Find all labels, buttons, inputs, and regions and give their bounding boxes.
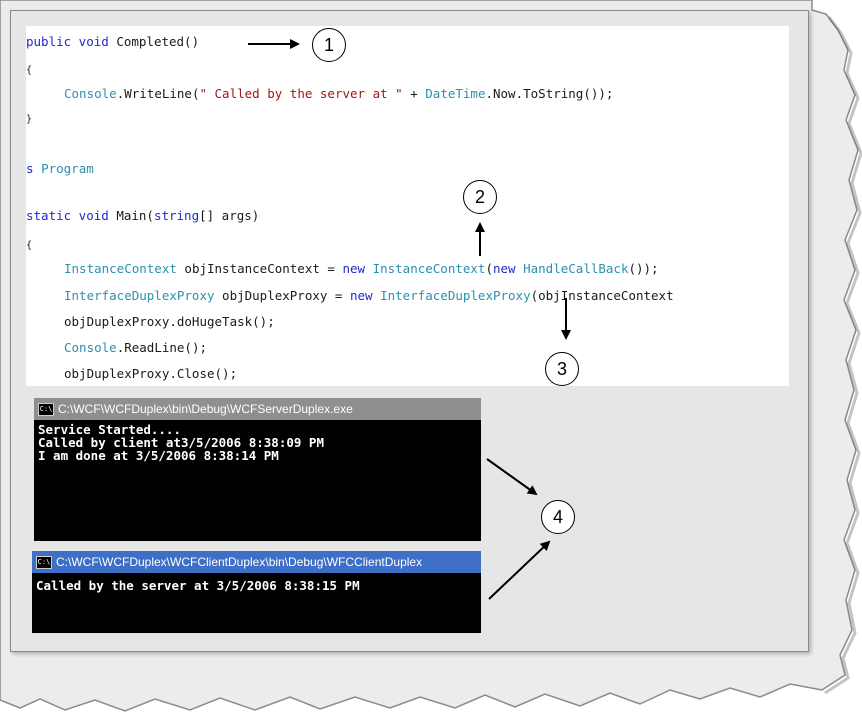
code-type: DateTime <box>425 86 486 101</box>
code-brace: { <box>26 65 33 76</box>
client-console-titlebar[interactable]: C:\ C:\WCF\WCFDuplex\WCFClientDuplex\bin\… <box>32 551 481 573</box>
code-type: InstanceContext <box>372 261 486 276</box>
code-type: Console <box>64 86 117 101</box>
code-keyword: new <box>349 288 373 303</box>
code-type: InterfaceDuplexProxy <box>64 288 215 303</box>
code-type: InterfaceDuplexProxy <box>380 288 531 303</box>
console-line: I am done at 3/5/2006 8:38:14 PM <box>38 448 279 463</box>
code-line-do-huge-task: objDuplexProxy.doHugeTask(); <box>64 314 275 329</box>
code-text: [] args) <box>199 208 260 223</box>
code-string: " Called by the server at " <box>199 86 403 101</box>
code-keyword: string <box>153 208 200 223</box>
code-keyword: public void <box>26 34 109 49</box>
code-line-close: objDuplexProxy.Close(); <box>64 366 238 381</box>
code-keyword: s <box>26 161 34 176</box>
code-text: objDuplexProxy = <box>214 288 350 303</box>
code-line-writeline: Console.WriteLine(" Called by the server… <box>64 86 613 102</box>
code-text: .ReadLine(); <box>116 340 207 355</box>
client-console-window: C:\ C:\WCF\WCFDuplex\WCFClientDuplex\bin\… <box>32 551 481 633</box>
code-line-duplex-proxy: InterfaceDuplexProxy objDuplexProxy = ne… <box>64 288 674 304</box>
code-keyword: new <box>342 261 366 276</box>
code-type: Console <box>64 340 117 355</box>
code-text: + <box>402 86 426 101</box>
code-editor: public void Completed() { Console.WriteL… <box>26 26 789 386</box>
code-text: Completed() <box>108 34 200 49</box>
server-console-title: C:\WCF\WCFDuplex\bin\Debug\WCFServerDupl… <box>58 402 353 416</box>
callout-4: 4 <box>541 500 575 534</box>
client-console-output: Called by the server at 3/5/2006 8:38:15… <box>32 573 481 595</box>
code-keyword: new <box>493 261 516 276</box>
code-line-class: s Program <box>26 161 94 177</box>
code-text: ( <box>485 261 493 276</box>
code-text: .WriteLine( <box>116 86 200 101</box>
server-console-output: Service Started.... Called by client at3/… <box>34 420 481 465</box>
code-type: HandleCallBack <box>523 261 629 276</box>
code-text: objInstanceContext = <box>176 261 343 276</box>
code-text: (objInstanceContext <box>530 288 674 303</box>
cmd-icon: C:\ <box>36 556 52 570</box>
code-type: Program <box>41 161 94 176</box>
code-line-readline: Console.ReadLine(); <box>64 340 207 356</box>
code-text: Main( <box>108 208 154 223</box>
server-console-window: C:\ C:\WCF\WCFDuplex\bin\Debug\WCFServerD… <box>34 398 481 541</box>
code-type: InstanceContext <box>64 261 177 276</box>
code-line-instance-context: InstanceContext objInstanceContext = new… <box>64 261 659 277</box>
callout-3: 3 <box>545 352 579 386</box>
callout-1: 1 <box>312 28 346 62</box>
code-text: .Now.ToString()); <box>485 86 614 101</box>
server-console-titlebar[interactable]: C:\ C:\WCF\WCFDuplex\bin\Debug\WCFServerD… <box>34 398 481 420</box>
code-keyword: static void <box>26 208 109 223</box>
client-console-title: C:\WCF\WCFDuplex\WCFClientDuplex\bin\Deb… <box>56 555 423 569</box>
code-line-main: static void Main(string[] args) <box>26 208 259 224</box>
code-brace: { <box>26 240 33 251</box>
code-line-completed: public void Completed() <box>26 34 199 50</box>
console-line: Called by the server at 3/5/2006 8:38:15… <box>36 578 360 593</box>
code-brace: } <box>26 114 33 125</box>
cmd-icon: C:\ <box>38 403 54 417</box>
callout-2: 2 <box>463 180 497 214</box>
code-text: ()); <box>628 261 659 276</box>
